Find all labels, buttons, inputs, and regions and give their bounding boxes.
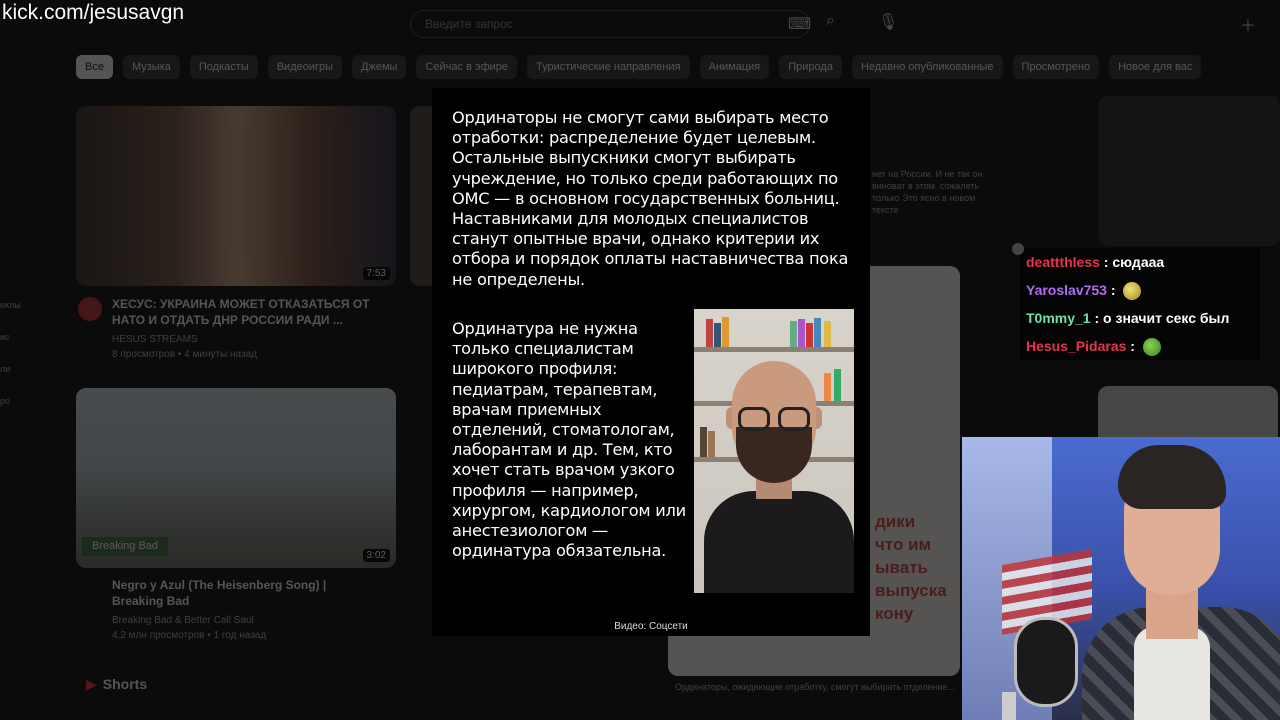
- book: [806, 323, 813, 347]
- sidebar: еклы ис ли ро: [0, 300, 40, 428]
- mic-arm: [1002, 692, 1016, 720]
- book: [722, 317, 729, 347]
- book: [714, 323, 721, 347]
- chip-all[interactable]: Все: [76, 55, 113, 79]
- book: [814, 318, 821, 347]
- close-icon[interactable]: [1012, 243, 1024, 255]
- youtube-topbar: Введите запрос ⌨ ⌕ 🎙 ＋: [0, 0, 1280, 46]
- shorts-heading[interactable]: ▶ Shorts: [86, 676, 147, 693]
- video-title[interactable]: ХЕСУС: УКРАИНА МОЖЕТ ОТКАЗАТЬСЯ ОТ НАТО …: [112, 296, 372, 328]
- thumbnail-headline: дики что им ывать выпуска кону: [875, 510, 947, 625]
- stream-chat: deattthless : сюдааа Yaroslav753 : T0mmy…: [1012, 243, 1260, 360]
- embedded-video[interactable]: [694, 309, 854, 593]
- sidebar-item[interactable]: ли: [0, 364, 40, 396]
- chat-username[interactable]: Yaroslav753: [1026, 282, 1107, 298]
- video-tag: Breaking Bad: [82, 537, 169, 556]
- chip-travel[interactable]: Туристические направления: [527, 55, 690, 79]
- chat-message: deattthless : сюдааа: [1020, 248, 1260, 276]
- bookshelf: [694, 347, 854, 352]
- chip-jams[interactable]: Джемы: [352, 55, 407, 79]
- bottom-text: Ординаторы, ожидающие отработку, смогут …: [675, 682, 955, 692]
- video-duration: 3:02: [362, 549, 390, 562]
- headline-line: ывать: [875, 558, 928, 577]
- article-paragraph-1: Ординаторы не смогут сами выбирать место…: [452, 108, 849, 289]
- book: [708, 431, 715, 457]
- video-meta: 4,2 млн просмотров • 1 год назад: [112, 630, 267, 641]
- sidebar-item[interactable]: еклы: [0, 300, 40, 332]
- filter-chips: Все Музыка Подкасты Видеоигры Джемы Сейч…: [76, 55, 1202, 79]
- chip-games[interactable]: Видеоигры: [267, 55, 343, 79]
- chat-message: Yaroslav753 :: [1020, 276, 1260, 304]
- streamer-hair: [1118, 445, 1226, 509]
- book: [700, 427, 707, 457]
- video-thumbnail[interactable]: 7:53: [76, 106, 396, 286]
- chat-username[interactable]: Hesus_Pidaras: [1026, 338, 1126, 354]
- video-thumbnail[interactable]: [1098, 96, 1280, 246]
- chip-watched[interactable]: Просмотрено: [1012, 55, 1100, 79]
- stream-url-watermark: kick.com/jesusavgn: [2, 1, 185, 24]
- video-title[interactable]: Negro y Azul (The Heisenberg Song) | Bre…: [112, 577, 372, 609]
- person-shirt: [704, 491, 854, 593]
- glasses-icon: [738, 407, 770, 431]
- search-icon[interactable]: ⌕: [826, 12, 835, 30]
- article-panel: Ординаторы не смогут сами выбирать место…: [432, 88, 870, 636]
- chip-animation[interactable]: Анимация: [699, 55, 770, 79]
- chip-new[interactable]: Новое для вас: [1109, 55, 1202, 79]
- headline-line: что им: [875, 535, 932, 554]
- book: [824, 321, 831, 347]
- video-duration: 7:53: [362, 267, 390, 280]
- video-caption: Видео: Соцсети: [614, 621, 688, 632]
- chip-podcasts[interactable]: Подкасты: [189, 55, 258, 79]
- chat-text: сюдааа: [1112, 254, 1165, 270]
- shorts-label: Shorts: [102, 676, 148, 692]
- video-meta: 8 просмотров • 4 минуты назад: [112, 349, 257, 360]
- chat-username[interactable]: deattthless: [1026, 254, 1100, 270]
- side-text: нет на России. И не так он виноват в это…: [872, 169, 983, 215]
- video-channel[interactable]: HESUS STREAMS: [112, 332, 198, 347]
- chat-username[interactable]: T0mmy_1: [1026, 310, 1091, 326]
- create-icon[interactable]: ＋: [1240, 12, 1256, 36]
- chip-recent[interactable]: Недавно опубликованные: [851, 55, 1003, 79]
- headline-line: дики: [875, 512, 916, 531]
- streamer-tshirt: [1134, 627, 1210, 720]
- chip-nature[interactable]: Природа: [779, 55, 842, 79]
- channel-avatar[interactable]: [78, 297, 102, 321]
- chat-message: Hesus_Pidaras :: [1020, 332, 1260, 360]
- shorts-icon: ▶: [86, 676, 97, 692]
- book: [834, 369, 841, 401]
- pepe-emote-icon: [1142, 338, 1161, 357]
- book: [824, 373, 831, 401]
- headline-line: кону: [875, 604, 914, 623]
- headline-line: выпуска: [875, 581, 947, 600]
- chat-text: о значит секс был: [1103, 310, 1230, 326]
- sidebar-item[interactable]: ис: [0, 332, 40, 364]
- search-input[interactable]: Введите запрос: [410, 10, 810, 38]
- chip-live[interactable]: Сейчас в эфире: [416, 55, 518, 79]
- book: [790, 321, 797, 347]
- sidebar-item[interactable]: ро: [0, 396, 40, 428]
- book: [706, 319, 713, 347]
- streamer-webcam: [962, 437, 1280, 720]
- video-channel[interactable]: Breaking Bad & Better Call Saul: [112, 613, 254, 628]
- chat-message: T0mmy_1 : о значит секс был: [1020, 304, 1260, 332]
- emote-icon: [1123, 282, 1142, 301]
- person-beard: [736, 427, 812, 483]
- article-paragraph-2: Ординатура не нужна только специалистам …: [452, 319, 686, 561]
- mic-icon[interactable]: 🎙: [878, 12, 898, 32]
- chip-music[interactable]: Музыка: [122, 55, 180, 79]
- microphone-icon: [1014, 617, 1078, 707]
- book: [798, 319, 805, 347]
- video-thumbnail[interactable]: Breaking Bad 3:02: [76, 388, 396, 568]
- keyboard-icon[interactable]: ⌨: [788, 14, 811, 34]
- glasses-icon: [778, 407, 810, 431]
